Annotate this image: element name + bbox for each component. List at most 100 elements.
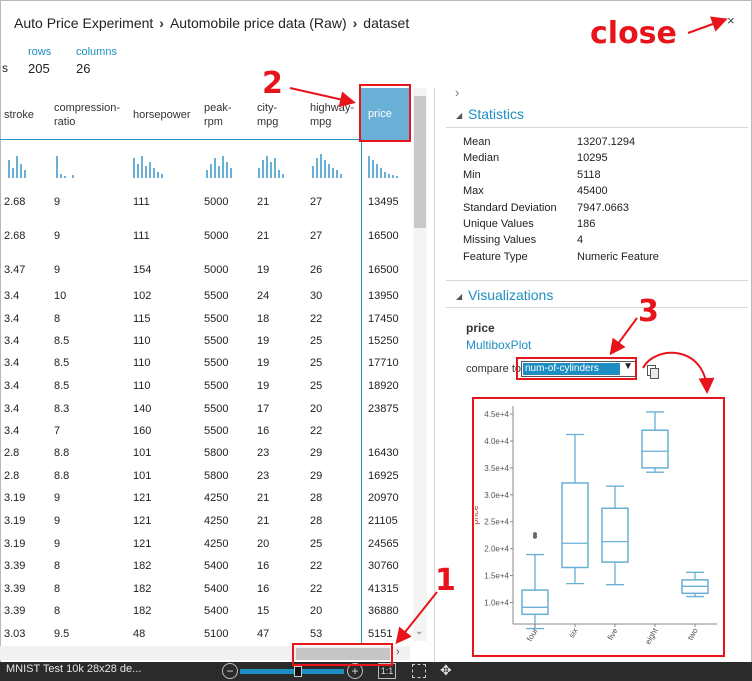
table-cell: 29 [310,447,323,459]
vertical-scroll-thumb[interactable] [414,96,426,228]
table-cell: 110 [133,380,151,392]
table-cell: 3.4 [4,313,20,325]
table-cell: 2.68 [4,196,26,208]
table-cell: 19 [257,264,270,276]
table-cell: 17450 [368,313,399,325]
table-cell: 5000 [204,196,229,208]
table-cell: 20970 [368,492,399,504]
table-cell: 3.39 [4,560,26,572]
pan-icon[interactable]: ✥ [440,662,452,679]
histogram-bar [266,156,268,178]
table-cell: 21105 [368,515,398,527]
scroll-right-icon[interactable]: › [396,646,400,658]
table-cell: 110 [133,335,151,347]
histogram-bar [396,176,398,178]
table-cell: 3.4 [4,357,20,369]
statistics-section-title[interactable]: Statistics [468,106,524,122]
histogram-bar [384,172,386,178]
column-header-horsepower[interactable]: horsepower [133,108,190,122]
column-header-highway-mpg[interactable]: highway-mpg [310,101,358,129]
histogram-bar [206,170,208,178]
table-cell: 5500 [204,357,229,369]
close-icon[interactable]: × [727,13,735,28]
table-cell: 5100 [204,628,229,640]
table-cell: 30760 [368,560,399,572]
histogram-bar [376,164,378,178]
table-cell: 3.4 [4,335,20,347]
column-header-peak-rpm[interactable]: peak-rpm [204,101,238,129]
statistics-expand-icon[interactable]: ◢ [456,111,462,120]
table-cell: 5400 [204,605,229,617]
table-cell: 27 [310,230,323,242]
zoom-out-button[interactable]: − [222,663,238,679]
visualizations-expand-icon[interactable]: ◢ [456,292,462,301]
histogram-bar [262,160,264,178]
table-cell: 5500 [204,313,229,325]
table-cell: 3.4 [4,290,20,302]
stat-label: Standard Deviation [463,201,557,214]
stat-label: Feature Type [463,250,528,263]
table-cell: 5500 [204,403,229,415]
histogram-bar [230,168,232,178]
visualizations-section-title[interactable]: Visualizations [468,287,553,303]
table-cell: 16500 [368,230,399,242]
table-cell: 110 [133,357,151,369]
breadcrumb-experiment[interactable]: Auto Price Experiment [14,15,153,31]
header-divider [0,139,362,140]
annotation-number-2: 2 [262,66,283,101]
histogram-bar [278,170,280,178]
table-cell: 2.68 [4,230,26,242]
table-cell: 8 [54,605,61,617]
stat-label: Missing Values [463,234,537,247]
breadcrumb-dataset[interactable]: Automobile price data (Raw) [170,15,347,31]
stat-value: Numeric Feature [577,250,659,263]
table-cell: 25 [310,357,323,369]
table-cell: 5400 [204,560,229,572]
table-cell: 8 [54,583,61,595]
table-cell: 8 [54,560,61,572]
histogram-bar [380,168,382,178]
table-cell: 5000 [204,264,229,276]
table-cell: 4250 [204,538,229,550]
column-header-stroke[interactable]: stroke [4,108,34,122]
table-cell: 20 [257,538,270,550]
table-cell: 22 [310,583,323,595]
table-cell: 23 [257,447,270,459]
column-header-city-mpg[interactable]: city-mpg [257,101,291,129]
bottom-tab-label[interactable]: MNIST Test 10k 28x28 de... [6,663,141,675]
table-cell: 16 [257,560,270,572]
collapse-panel-icon[interactable]: › [455,85,459,100]
table-cell: 4250 [204,515,229,527]
table-cell: 121 [133,492,152,504]
table-cell: 28 [310,515,323,527]
histogram-bar [161,174,163,178]
table-cell: 25 [310,335,323,347]
histogram-bar [270,162,272,178]
table-cell: 182 [133,605,152,617]
table-cell: 25 [310,380,323,392]
table-cell: 9 [54,492,61,504]
histogram-bar [157,172,159,178]
fit-to-screen-icon[interactable] [412,664,426,678]
table-cell: 17710 [368,357,399,369]
stat-value: 4 [577,234,584,247]
column-header-compression-ratio[interactable]: compression-ratio [54,101,124,129]
annotation-box-scrollbar [292,643,393,666]
table-cell: 21 [257,230,270,242]
table-cell: 27 [310,196,323,208]
table-cell: 182 [133,560,152,572]
table-cell: 3.4 [4,380,20,392]
multiboxplot-link[interactable]: MultiboxPlot [466,338,531,352]
table-cell: 9 [54,538,61,550]
breadcrumb: Auto Price Experiment › Automobile price d… [14,15,409,31]
histogram-bar [392,175,394,178]
copy-icon[interactable] [647,365,659,379]
table-cell: 5800 [204,447,229,459]
histogram-bar [64,176,66,178]
scroll-down-icon[interactable]: ⌄ [415,626,423,637]
table-cell: 5151 [368,628,393,640]
zoom-slider-track[interactable] [240,669,344,674]
zoom-slider-thumb[interactable] [294,666,302,677]
table-cell: 15 [257,605,270,617]
table-cell: 19 [257,335,270,347]
